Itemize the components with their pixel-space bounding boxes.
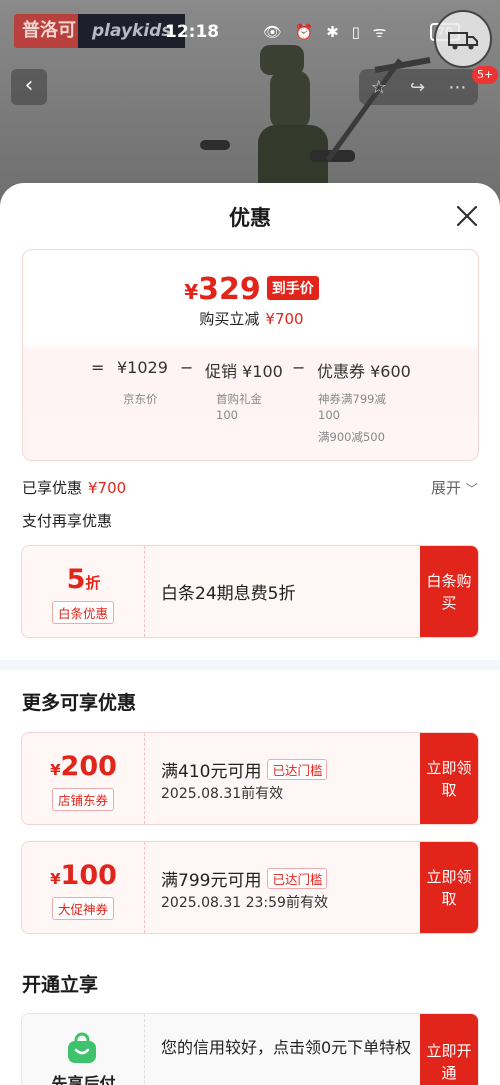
save-amount: ¥700 [265, 310, 304, 328]
activate-button[interactable]: 立即开通 [420, 1014, 478, 1085]
coupon-left: ¥100 大促神券 [22, 842, 145, 933]
coupon-amount: ¥200 [22, 751, 145, 782]
promo-detail: 100 [216, 408, 238, 422]
expand-button[interactable]: 展开 ﹀ [431, 477, 478, 498]
coupon-type-pill: 白条优惠 [51, 601, 115, 624]
pay-more-label: 支付再享优惠 [22, 512, 113, 530]
final-price-row: ¥329 到手价 [23, 272, 480, 307]
coupon-condition: 满799元可用 [161, 871, 262, 891]
equals-sign: = [91, 358, 105, 377]
star-icon[interactable]: ☆ [371, 77, 387, 98]
credit-pay-card: 先享后付 您的信用较好，点击领0元下单特权 立即开通 [21, 1013, 479, 1085]
coupon-type-pill: 店铺东券 [51, 788, 115, 811]
coupon-left: 5折 白条优惠 [22, 546, 145, 637]
section-divider [0, 660, 500, 670]
threshold-tag: 已达门槛 [267, 868, 328, 889]
expand-label: 展开 [431, 479, 462, 497]
coupon-amount: 优惠券 ¥600 [317, 362, 411, 381]
more-discounts-title: 更多可享优惠 [22, 692, 137, 714]
baitiao-buy-button[interactable]: 白条购买 [420, 546, 478, 637]
price-formula: = ¥1029 − 促销 ¥100 − 优惠券 ¥600 京东价 首购礼金 10… [23, 358, 480, 458]
coupon-info: 白条24期息费5折 [161, 546, 431, 637]
minus-sign: − [180, 358, 194, 377]
open-benefits-title: 开通立享 [22, 974, 99, 996]
currency-symbol: ¥ [50, 761, 61, 779]
status-bar: 普洛可 playkids 12:18 👁 ⏰ ✱ ▯ ᯤ 70 [0, 0, 500, 66]
enjoyed-discount-row: 已享优惠 ¥700 [22, 477, 126, 498]
status-icons: 👁 ⏰ ✱ ▯ ᯤ [263, 23, 391, 41]
price-breakdown-card: ¥329 到手价 购买立减 ¥700 = ¥1029 − 促销 ¥100 − 优惠券… [22, 249, 479, 461]
credit-name: 先享后付 [51, 1074, 116, 1085]
coupon-value: 100 [60, 860, 117, 891]
message-count-badge: 5+ [472, 66, 499, 84]
promo-detail: 首购礼金 [216, 392, 262, 406]
coupon-info: 满410元可用 已达门槛 2025.08.31前有效 [161, 733, 431, 824]
minus-sign: − [292, 358, 306, 377]
coupon-card: ¥100 大促神券 满799元可用 已达门槛 2025.08.31 23:59前有… [21, 841, 479, 934]
threshold-tag: 已达门槛 [267, 759, 328, 780]
coupon-condition: 满410元可用 [161, 762, 262, 782]
coupon-expiry: 2025.08.31前有效 [161, 786, 284, 802]
sheet-title: 优惠 [229, 206, 271, 230]
baitiao-card: 5折 白条优惠 白条24期息费5折 白条购买 [21, 545, 479, 638]
coupon-type-pill: 大促神券 [51, 897, 115, 920]
product-page-background: 普洛可 playkids 12:18 👁 ⏰ ✱ ▯ ᯤ 70 ‹ ☆ ↪ ⋯ … [0, 0, 500, 200]
promo-amount: 促销 ¥100 [205, 362, 283, 381]
coupon-condition-row: 满410元可用 已达门槛 [161, 757, 328, 782]
delivery-truck-stamp-icon [434, 10, 492, 68]
coupon-condition-row: 满799元可用 已达门槛 [161, 866, 328, 891]
currency-symbol: ¥ [50, 870, 61, 888]
share-icon[interactable]: ↪ [410, 77, 425, 98]
coupon-value: 200 [60, 751, 117, 782]
discount-sheet: 优惠 ¥329 到手价 购买立减 ¥700 = ¥1029 − 促销 ¥100 − … [0, 183, 500, 1085]
currency-symbol: ¥ [184, 280, 199, 304]
coupon-expiry: 2025.08.31 23:59前有效 [161, 895, 328, 911]
save-row: 购买立减 ¥700 [23, 308, 480, 329]
coupon-info: 满799元可用 已达门槛 2025.08.31 23:59前有效 [161, 842, 431, 933]
coupon-detail: 神券满799减 [318, 392, 386, 406]
jd-price-label: 京东价 [123, 392, 158, 406]
back-button[interactable]: ‹ [11, 69, 47, 105]
credit-left: 先享后付 [22, 1014, 145, 1085]
jd-price: ¥1029 [117, 358, 168, 377]
credit-description: 您的信用较好，点击领0元下单特权 [161, 1038, 412, 1057]
save-label: 购买立减 [199, 310, 260, 328]
enjoyed-label: 已享优惠 [22, 479, 83, 497]
discount-unit: 折 [85, 574, 101, 592]
baitiao-description: 白条24期息费5折 [161, 584, 296, 604]
close-icon[interactable] [452, 201, 482, 231]
top-action-bar: ☆ ↪ ⋯ [359, 69, 478, 105]
more-icon[interactable]: ⋯ [448, 77, 466, 98]
claim-coupon-button[interactable]: 立即领取 [420, 842, 478, 933]
coupon-left: ¥200 店铺东券 [22, 733, 145, 824]
enjoyed-amount: ¥700 [88, 479, 127, 497]
chevron-down-icon: ﹀ [465, 482, 478, 496]
final-price-tag: 到手价 [266, 276, 319, 300]
brand-logo-cn: 普洛可 [14, 14, 84, 48]
baitiao-discount: 5折 [22, 564, 145, 595]
final-price: 329 [198, 272, 261, 307]
chevron-left-icon: ‹ [24, 73, 34, 98]
claim-coupon-button[interactable]: 立即领取 [420, 733, 478, 824]
coupon-detail: 满900减500 [318, 430, 385, 444]
shopping-bag-icon [68, 1032, 96, 1063]
coupon-card: ¥200 店铺东券 满410元可用 已达门槛 2025.08.31前有效 立即领取 [21, 732, 479, 825]
discount-value: 5 [66, 564, 86, 595]
status-time: 12:18 [165, 22, 220, 42]
coupon-amount: ¥100 [22, 860, 145, 891]
coupon-detail: 100 [318, 408, 340, 422]
